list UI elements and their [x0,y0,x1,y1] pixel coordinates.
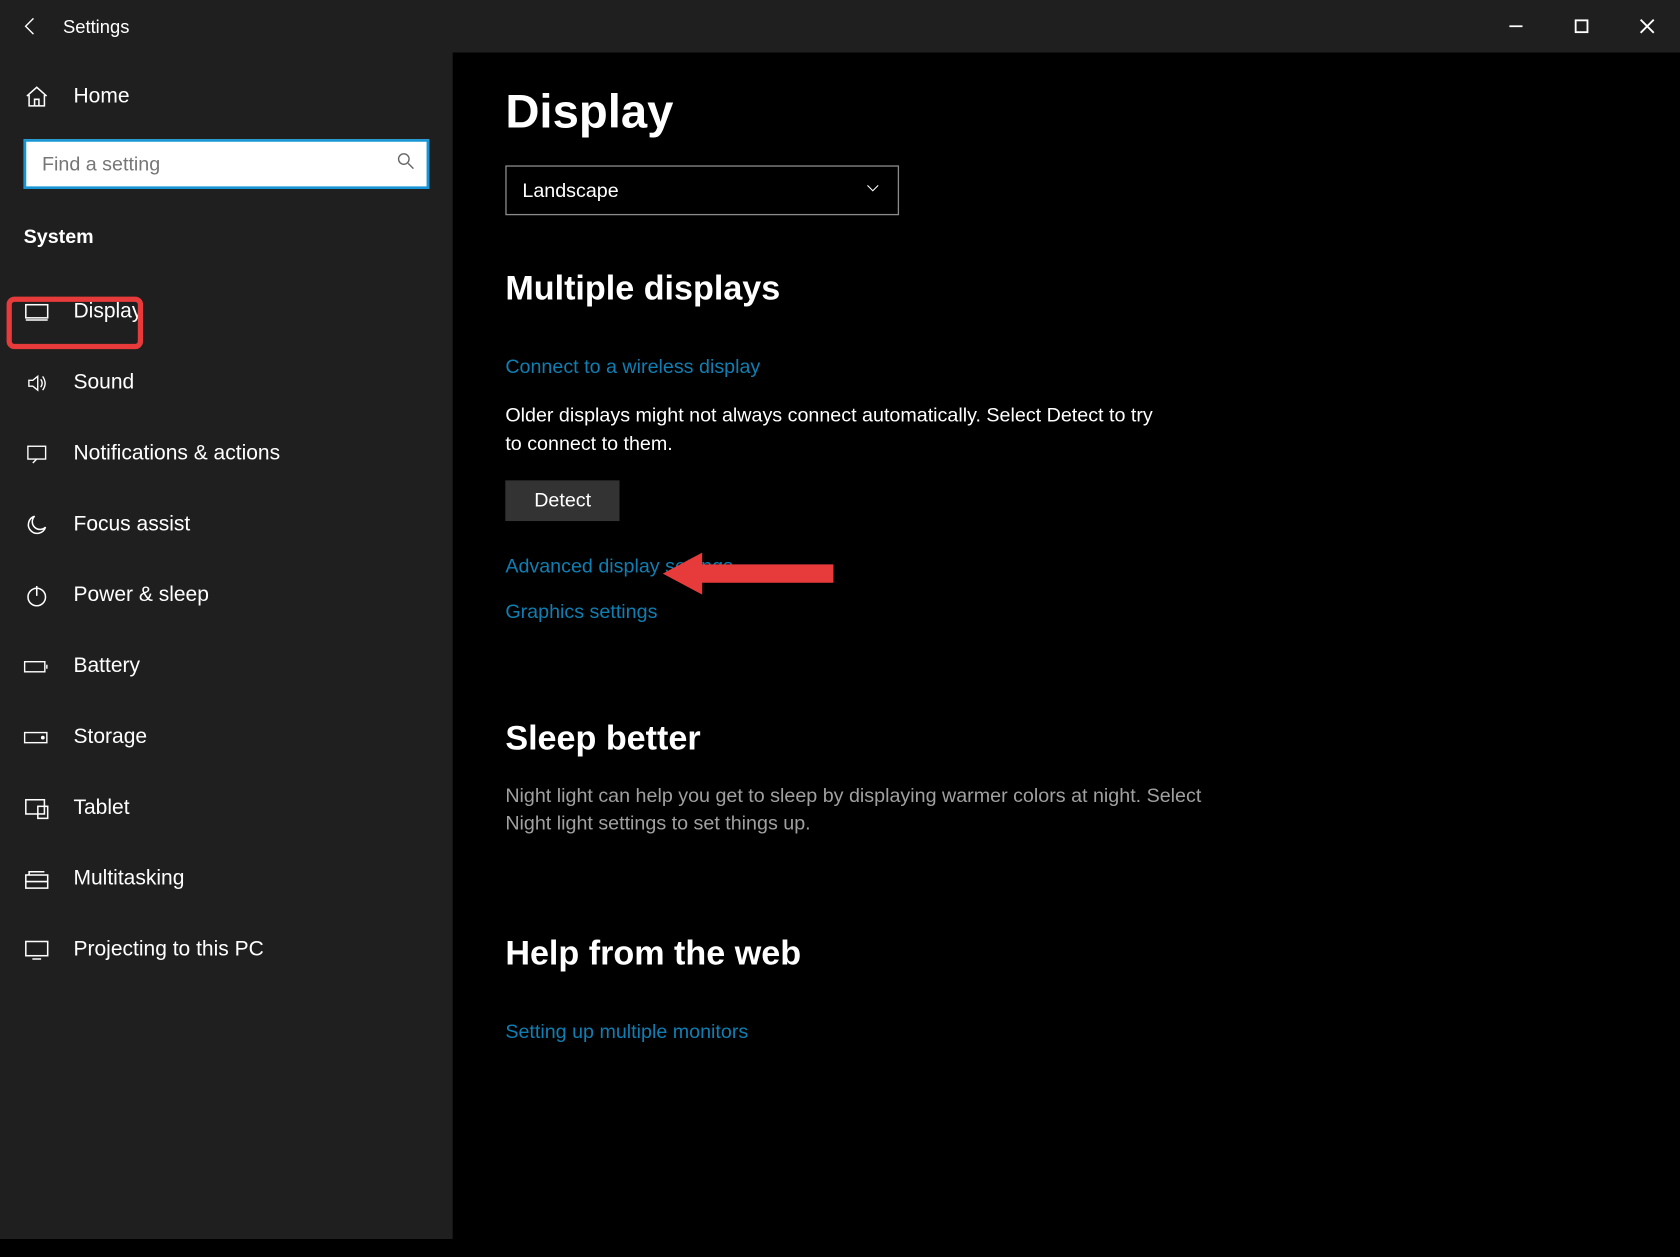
orientation-dropdown[interactable]: Landscape [505,165,899,215]
sidebar-home-label: Home [74,85,130,109]
link-advanced-display-settings[interactable]: Advanced display settings [505,555,1627,577]
chevron-down-icon [864,179,882,203]
sidebar-item-display[interactable]: Display [0,277,453,348]
sidebar-item-label: Storage [74,726,148,750]
minimize-icon [1508,18,1524,34]
multitasking-icon [24,868,50,892]
section-sleep-better: Sleep better [505,717,1627,758]
window-title: Settings [63,16,1483,37]
section-multiple-displays: Multiple displays [505,268,1627,309]
sidebar-item-battery[interactable]: Battery [0,631,453,702]
link-graphics-settings[interactable]: Graphics settings [505,600,657,622]
sidebar-category: System [0,207,453,258]
display-icon [24,302,50,323]
sidebar-item-label: Power & sleep [74,584,209,608]
link-setting-up-multiple-monitors[interactable]: Setting up multiple monitors [505,1021,1627,1043]
page-title: Display [505,84,1627,139]
close-icon [1639,18,1655,34]
link-connect-wireless-display[interactable]: Connect to a wireless display [505,356,1627,378]
sidebar-item-multitasking[interactable]: Multitasking [0,844,453,915]
detect-button[interactable]: Detect [505,480,620,521]
sound-icon [24,371,50,395]
sidebar-home[interactable]: Home [0,68,453,126]
sidebar-item-tablet[interactable]: Tablet [0,773,453,844]
storage-icon [24,730,50,746]
home-icon [24,84,50,110]
minimize-button[interactable] [1483,0,1549,53]
arrow-left-icon [20,14,44,38]
search-icon [395,150,416,178]
section-help-web: Help from the web [505,933,1627,974]
orientation-value: Landscape [522,179,618,201]
sidebar-item-storage[interactable]: Storage [0,702,453,773]
sidebar-item-notifications[interactable]: Notifications & actions [0,419,453,490]
search-input[interactable] [24,139,430,189]
sidebar-item-label: Battery [74,655,141,679]
sleep-better-body: Night light can help you get to sleep by… [505,782,1240,839]
titlebar: Settings [0,0,1680,53]
sidebar-item-label: Projecting to this PC [74,938,264,962]
notifications-icon [24,442,50,466]
main-content: Display Landscape Multiple displays Conn… [453,53,1680,1240]
battery-icon [24,658,50,676]
sidebar-item-label: Sound [74,371,135,395]
detect-hint-text: Older displays might not always connect … [505,402,1161,459]
sidebar-item-projecting[interactable]: Projecting to this PC [0,915,453,986]
back-button[interactable] [0,0,63,53]
sidebar-item-label: Multitasking [74,868,185,892]
focus-assist-icon [24,512,50,538]
close-button[interactable] [1614,0,1680,53]
power-icon [24,583,50,609]
tablet-icon [24,797,50,821]
sidebar: Home System Display [0,53,453,1240]
sidebar-item-label: Tablet [74,797,130,821]
projecting-icon [24,938,50,962]
maximize-icon [1574,18,1590,34]
search-wrap [24,139,430,189]
sidebar-item-power-sleep[interactable]: Power & sleep [0,560,453,631]
sidebar-item-sound[interactable]: Sound [0,348,453,419]
maximize-button[interactable] [1549,0,1615,53]
sidebar-item-focus-assist[interactable]: Focus assist [0,490,453,561]
sidebar-item-label: Display [74,301,143,325]
sidebar-item-label: Focus assist [74,513,191,537]
sidebar-list: Display Sound Notifications & actions [0,277,453,986]
sidebar-item-label: Notifications & actions [74,442,281,466]
